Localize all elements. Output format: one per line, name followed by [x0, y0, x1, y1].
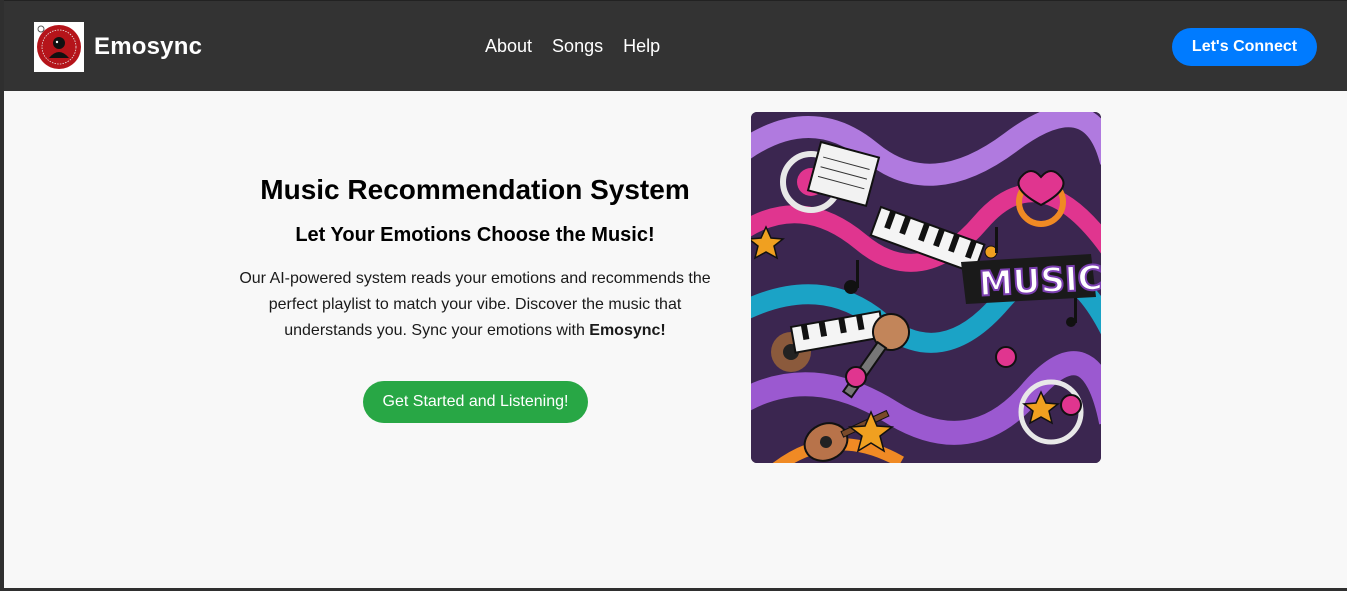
page-frame: Emosync About Songs Help Let's Connect M… [4, 0, 1347, 588]
hero-description: Our AI-powered system reads your emotion… [230, 266, 720, 344]
hero-text: Music Recommendation System Let Your Emo… [230, 172, 720, 344]
nav-links: About Songs Help [485, 35, 680, 57]
nav-link-help[interactable]: Help [623, 35, 660, 57]
brand-name: Emosync [94, 33, 203, 60]
hero-description-brand: Emosync! [589, 322, 666, 339]
navbar: Emosync About Songs Help Let's Connect [4, 0, 1347, 91]
music-doodle-image: MUSIC [751, 112, 1101, 463]
get-started-button[interactable]: Get Started and Listening! [363, 381, 588, 423]
brand-link[interactable]: Emosync [34, 22, 202, 72]
emosync-logo-icon [34, 22, 84, 72]
music-image-text: MUSIC [978, 258, 1101, 304]
nav-link-about[interactable]: About [485, 35, 532, 57]
lets-connect-button[interactable]: Let's Connect [1172, 28, 1317, 66]
page-title: Music Recommendation System [260, 174, 690, 205]
nav-link-songs[interactable]: Songs [552, 35, 603, 57]
hero-subtitle: Let Your Emotions Choose the Music! [295, 224, 655, 246]
